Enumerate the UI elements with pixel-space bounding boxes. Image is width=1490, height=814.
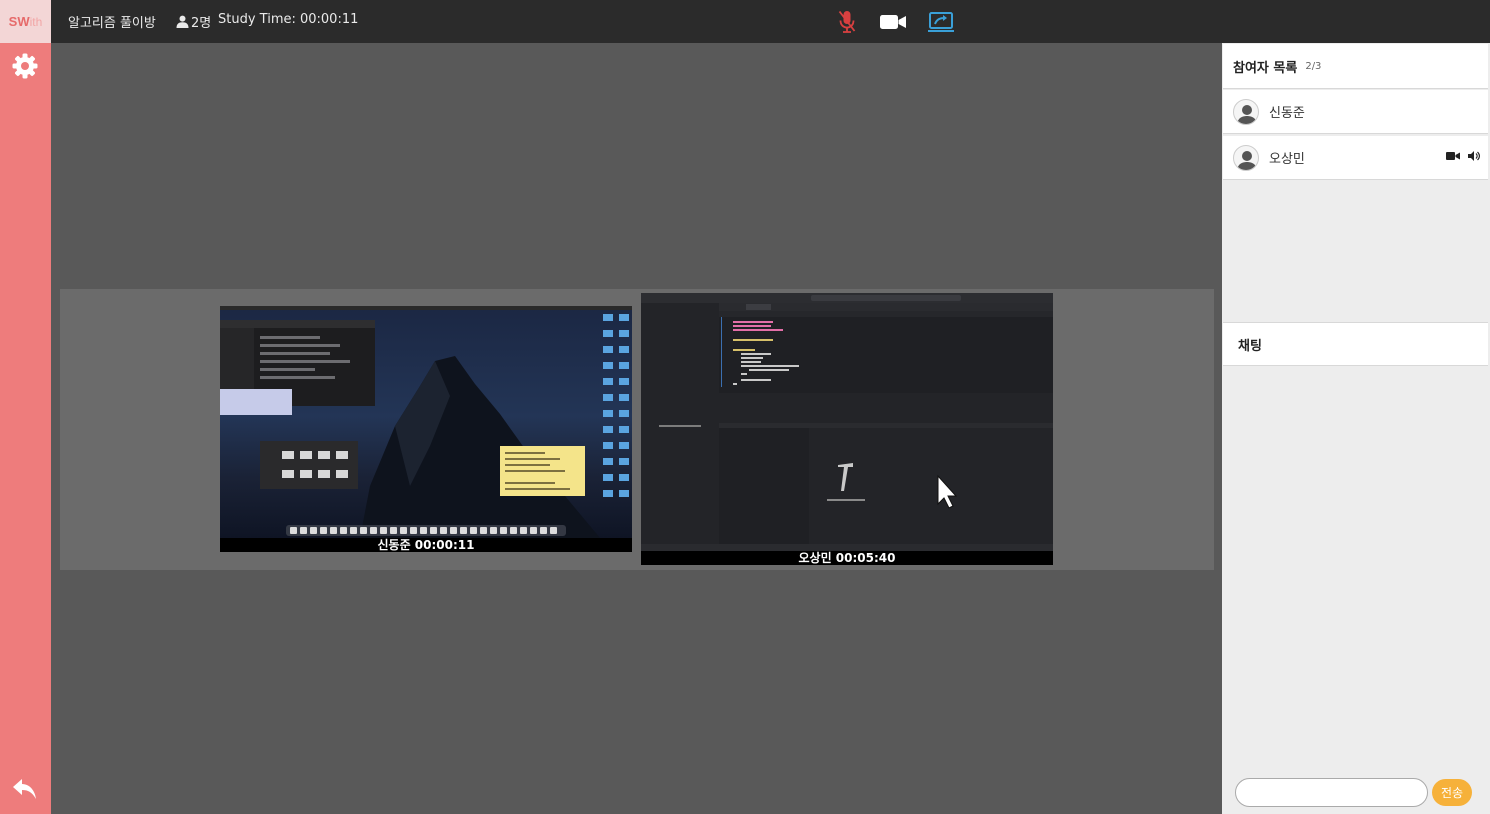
mic-toggle-button[interactable]	[837, 9, 857, 35]
participant-status-icons	[1446, 151, 1480, 161]
video-camera-icon	[1446, 152, 1460, 160]
participants-count: 2/3	[1305, 60, 1322, 72]
top-bar: SW ith 알고리즘 풀이방 2명 Study Time: 00:00:11	[0, 0, 1490, 43]
logo-text-light: ith	[29, 14, 43, 29]
participant-name: 오상민	[1269, 152, 1305, 167]
participants-title: 참여자 목록	[1233, 60, 1298, 76]
video-tile-2[interactable]: 오상민 00:05:40	[641, 293, 1053, 565]
video-tile-1[interactable]: 신동준 00:00:11	[220, 306, 632, 552]
logo-text-bold: SW	[8, 14, 30, 29]
back-arrow-icon	[13, 779, 36, 799]
right-panel: 참여자 목록 2/3 신동준 오상민 채팅 전송	[1222, 43, 1490, 814]
chat-header: 채팅	[1223, 322, 1488, 366]
chat-title: 채팅	[1238, 338, 1262, 354]
send-button[interactable]: 전송	[1432, 779, 1472, 806]
video-caption: 신동준 00:00:11	[220, 538, 632, 552]
video-caption: 오상민 00:05:40	[641, 551, 1053, 565]
user-avatar-icon	[1237, 104, 1257, 124]
avatar	[1233, 98, 1259, 125]
study-timer: Study Time: 00:00:11	[218, 12, 359, 27]
shared-screen-ide	[641, 293, 1053, 551]
avatar	[1233, 144, 1259, 171]
chat-message-input[interactable]	[1235, 778, 1428, 807]
person-icon	[176, 15, 189, 28]
camera-toggle-button[interactable]	[879, 9, 907, 35]
mic-muted-icon	[838, 10, 856, 33]
room-title: 알고리즘 풀이방	[68, 16, 156, 31]
participants-header: 참여자 목록 2/3	[1223, 44, 1488, 89]
user-avatar-icon	[1237, 150, 1257, 170]
screen-share-icon	[928, 12, 954, 32]
participant-count: 2명	[176, 12, 211, 31]
shared-screen-desktop	[220, 306, 632, 538]
leave-room-button[interactable]	[12, 778, 38, 800]
participant-row[interactable]: 오상민	[1223, 136, 1488, 180]
video-stage: 신동준 00:00:11 오상민 00:05:40	[60, 289, 1214, 570]
app-logo[interactable]: SW ith	[0, 0, 51, 43]
screen-share-button[interactable]	[927, 9, 955, 35]
video-camera-icon	[880, 15, 906, 29]
speaker-icon	[1468, 151, 1480, 161]
gear-icon	[12, 53, 38, 79]
participant-count-text: 2명	[191, 16, 212, 31]
settings-button[interactable]	[12, 53, 38, 79]
left-sidebar	[0, 43, 51, 814]
participant-row[interactable]: 신동준	[1223, 90, 1488, 134]
participant-name: 신동준	[1269, 106, 1305, 121]
